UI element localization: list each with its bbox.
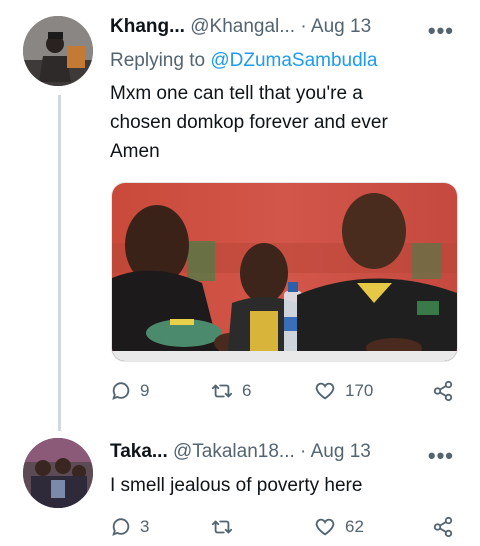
more-icon[interactable]: •••: [428, 18, 454, 44]
retweet-icon: [211, 520, 233, 534]
like-count: 62: [345, 517, 364, 536]
retweet-icon: [211, 384, 233, 398]
avatar[interactable]: [23, 16, 93, 86]
reply-icon: [112, 518, 130, 536]
like-button[interactable]: 62: [313, 516, 364, 538]
reply-button[interactable]: 9: [110, 380, 149, 402]
tweet-text-line: Mxm one can tell that you're a: [110, 83, 363, 104]
retweet-button[interactable]: [210, 516, 242, 538]
display-name[interactable]: Taka...: [110, 441, 168, 462]
avatar[interactable]: [23, 438, 93, 508]
tweet-header: Khang... @Khangal... · Aug 13: [110, 16, 371, 38]
share-button[interactable]: [432, 516, 454, 538]
tweet-actions: 9 6 170: [110, 380, 460, 410]
retweet-count: 6: [242, 381, 252, 400]
user-handle[interactable]: @Khangal...: [190, 16, 295, 37]
share-icon: [433, 516, 453, 538]
timestamp[interactable]: · Aug 13: [300, 16, 371, 37]
tweet-text-line: chosen domkop forever and ever: [110, 112, 388, 133]
reply-icon: [112, 382, 130, 400]
user-handle[interactable]: @Takalan18...: [173, 441, 295, 462]
like-icon: [315, 382, 335, 400]
tweet-text: Mxm one can tell that you're a chosen do…: [110, 79, 388, 166]
tweet-text: I smell jealous of poverty here: [110, 475, 363, 496]
like-icon: [315, 518, 335, 536]
more-icon[interactable]: •••: [428, 443, 454, 469]
tweet-header: Taka... @Takalan18... · Aug 13: [110, 441, 371, 463]
share-icon: [433, 380, 453, 402]
reply-count: 3: [140, 517, 150, 536]
replying-to-handle[interactable]: @DZumaSambudla: [210, 50, 377, 71]
tweet-photo[interactable]: [111, 182, 458, 362]
tweet-actions: 3 62: [110, 516, 460, 546]
like-button[interactable]: 170: [313, 380, 373, 402]
timestamp[interactable]: · Aug 13: [300, 441, 371, 462]
tweet-text-line: Amen: [110, 141, 160, 162]
like-count: 170: [345, 381, 374, 400]
reply-button[interactable]: 3: [110, 516, 149, 538]
replying-to: Replying to @DZumaSambudla: [110, 50, 377, 72]
reply-count: 9: [140, 381, 150, 400]
retweet-button[interactable]: 6: [210, 380, 251, 402]
thread-connector-line: [58, 95, 61, 431]
replying-to-label: Replying to: [110, 50, 206, 71]
share-button[interactable]: [432, 380, 454, 402]
display-name[interactable]: Khang...: [110, 16, 185, 37]
